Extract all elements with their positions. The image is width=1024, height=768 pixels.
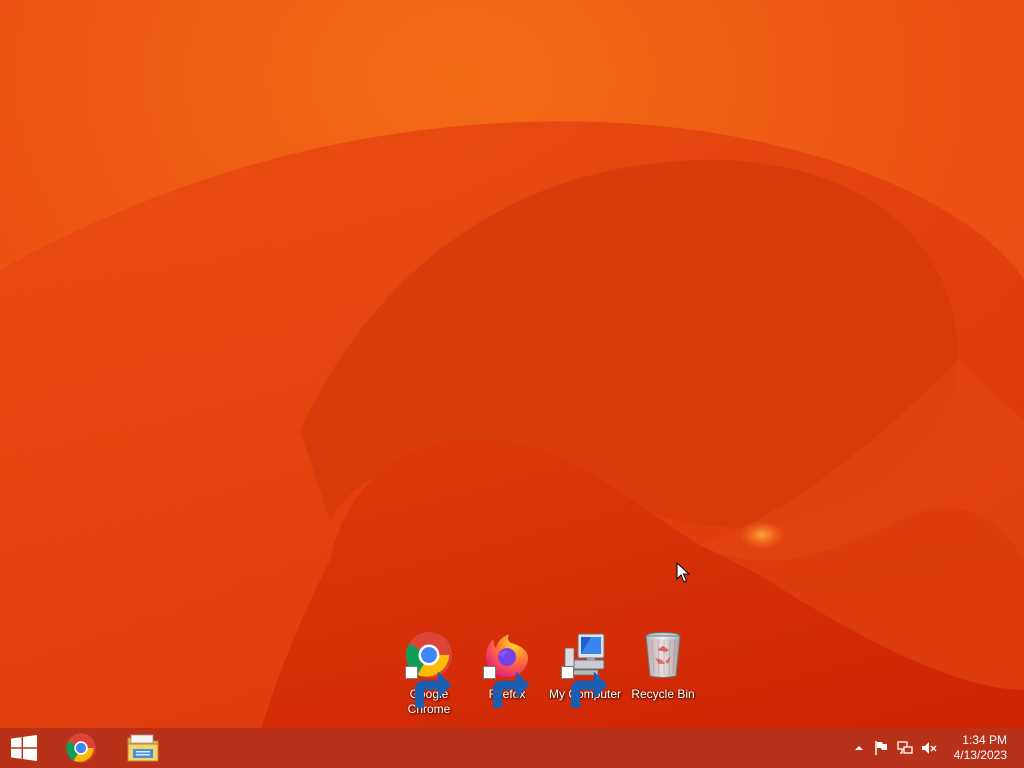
shortcut-arrow-icon [561, 666, 608, 708]
shortcut-arrow-icon [483, 666, 530, 708]
clock-time: 1:34 PM [962, 733, 1007, 747]
show-hidden-icons-chevron-icon[interactable] [851, 740, 867, 756]
my-computer-icon [560, 630, 610, 708]
desktop[interactable]: Google Chrome Firefox My Computer Recycl… [0, 0, 1024, 728]
taskbar-chrome-button[interactable] [56, 728, 106, 768]
firefox-icon [482, 630, 532, 708]
network-icon[interactable] [897, 740, 913, 756]
desktop-icon-firefox[interactable]: Firefox [468, 630, 546, 708]
taskbar-clock[interactable]: 1:34 PM 4/13/2023 [947, 733, 1007, 763]
start-button[interactable] [0, 728, 48, 768]
chrome-icon [404, 630, 454, 708]
shortcut-arrow-icon [405, 666, 452, 708]
windows-logo-icon [11, 735, 37, 761]
desktop-icon-recycle-bin[interactable]: Recycle Bin [624, 630, 702, 702]
taskbar-file-explorer-button[interactable] [117, 728, 169, 768]
wallpaper [0, 0, 1024, 728]
desktop-icon-google-chrome[interactable]: Google Chrome [390, 630, 468, 717]
clock-date: 4/13/2023 [953, 748, 1007, 762]
volume-muted-icon[interactable] [921, 740, 937, 756]
chrome-icon [66, 733, 96, 763]
taskbar: 1:34 PM 4/13/2023 [0, 728, 1024, 768]
desktop-icon-my-computer[interactable]: My Computer [546, 630, 624, 708]
recycle-bin-icon [638, 630, 688, 680]
action-center-flag-icon[interactable] [873, 740, 889, 756]
file-explorer-icon [127, 734, 159, 762]
desktop-icon-label: Recycle Bin [631, 687, 695, 701]
